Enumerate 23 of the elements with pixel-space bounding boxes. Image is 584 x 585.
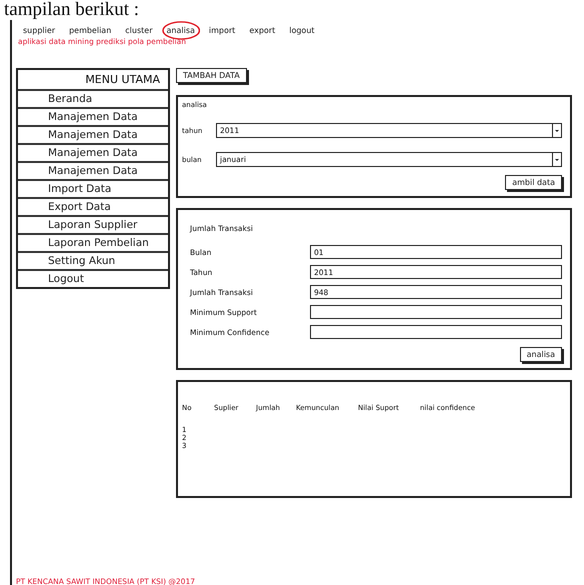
- analyze-button[interactable]: analisa: [520, 347, 562, 362]
- menu-item[interactable]: Setting Akun: [18, 253, 168, 271]
- nav-link[interactable]: export: [244, 21, 280, 40]
- menu-title: MENU UTAMA: [18, 70, 168, 91]
- nav-link[interactable]: logout: [284, 21, 320, 40]
- menu-item[interactable]: Manajemen Data: [18, 163, 168, 181]
- dropdown-arrow-icon: [552, 124, 561, 137]
- document-caption: tampilan berikut :: [3, 0, 140, 20]
- dropdown-arrow-icon: [552, 153, 561, 166]
- menu-item[interactable]: Beranda: [18, 91, 168, 109]
- fetch-data-button[interactable]: ambil data: [505, 175, 562, 190]
- menu-item[interactable]: Manajemen Data: [18, 109, 168, 127]
- input-field[interactable]: [310, 325, 562, 339]
- nav-link[interactable]: import: [204, 21, 240, 40]
- menu-item[interactable]: Export Data: [18, 199, 168, 217]
- menu-item[interactable]: Import Data: [18, 181, 168, 199]
- menu-item[interactable]: Logout: [18, 271, 168, 287]
- menu-item[interactable]: Laporan Supplier: [18, 217, 168, 235]
- menu-item[interactable]: Manajemen Data: [18, 145, 168, 163]
- menu-item[interactable]: Laporan Pembelian: [18, 235, 168, 253]
- add-data-button[interactable]: TAMBAH DATA: [176, 68, 247, 83]
- menu-item[interactable]: Manajemen Data: [18, 127, 168, 145]
- input-field[interactable]: [310, 305, 562, 319]
